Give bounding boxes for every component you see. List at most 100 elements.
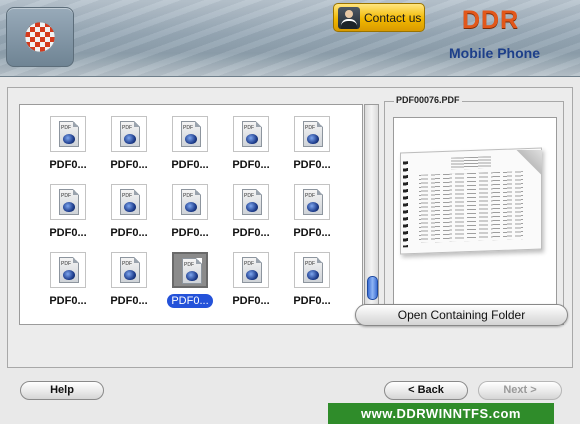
file-thumbnail[interactable]: PDF <box>111 252 147 288</box>
file-item[interactable]: PDF PDF0... <box>282 116 342 178</box>
file-name-label: PDF0... <box>221 295 281 307</box>
file-thumbnail[interactable]: PDF <box>50 184 86 220</box>
file-item[interactable]: PDF PDF0... <box>38 252 98 314</box>
file-thumbnail[interactable]: PDF <box>294 252 330 288</box>
pdf-icon-text: PDF <box>122 193 132 199</box>
open-containing-folder-button[interactable]: Open Containing Folder <box>355 304 568 326</box>
preview-title: PDF00076.PDF <box>394 95 462 105</box>
file-name-label: PDF0... <box>221 159 281 171</box>
file-item[interactable]: PDF PDF0... <box>160 184 220 246</box>
pdf-file-icon: PDF <box>303 189 323 215</box>
recovery-badge-icon <box>307 134 319 144</box>
pdf-file-icon: PDF <box>120 189 140 215</box>
scrollbar-thumb[interactable] <box>367 276 378 300</box>
file-name-label: PDF0... <box>38 295 98 307</box>
next-button[interactable]: Next > <box>478 381 562 400</box>
file-thumbnail[interactable]: PDF <box>233 252 269 288</box>
file-item[interactable]: PDF PDF0... <box>160 252 220 314</box>
pdf-file-icon: PDF <box>303 257 323 283</box>
file-name-text: PDF0... <box>49 295 87 307</box>
file-name-text: PDF0... <box>293 295 331 307</box>
pdf-icon-text: PDF <box>184 262 194 268</box>
checker-ball-logo-icon <box>24 21 56 53</box>
file-item[interactable]: PDF PDF0... <box>99 184 159 246</box>
file-thumbnail[interactable]: PDF <box>111 184 147 220</box>
file-thumbnail[interactable]: PDF <box>172 184 208 220</box>
file-name-label: PDF0... <box>160 227 220 239</box>
file-item[interactable]: PDF PDF0... <box>282 252 342 314</box>
file-item[interactable]: PDF PDF0... <box>38 116 98 178</box>
product-name: Mobile Phone <box>449 45 540 61</box>
recovery-badge-icon <box>246 134 258 144</box>
file-name-label: PDF0... <box>38 227 98 239</box>
file-name-text: PDF0... <box>49 227 87 239</box>
file-name-text: PDF0... <box>110 227 148 239</box>
file-name-text: PDF0... <box>49 159 87 171</box>
brand-name: DDR <box>462 6 520 34</box>
pdf-file-icon: PDF <box>59 189 79 215</box>
contact-us-button[interactable]: Contact us <box>333 3 425 32</box>
file-name-label: PDF0... <box>99 227 159 239</box>
file-thumbnail[interactable]: PDF <box>233 116 269 152</box>
file-thumbnail[interactable]: PDF <box>111 116 147 152</box>
recovery-badge-icon <box>185 134 197 144</box>
file-name-text: PDF0... <box>232 159 270 171</box>
recovery-badge-icon <box>186 271 198 281</box>
file-item[interactable]: PDF PDF0... <box>160 116 220 178</box>
file-name-label: PDF0... <box>282 159 342 171</box>
file-item[interactable]: PDF PDF0... <box>282 184 342 246</box>
file-thumbnail[interactable]: PDF <box>172 252 208 288</box>
file-name-text: PDF0... <box>293 227 331 239</box>
pdf-icon-text: PDF <box>305 193 315 199</box>
recovery-badge-icon <box>124 270 136 280</box>
pdf-icon-text: PDF <box>61 261 71 267</box>
pdf-icon-text: PDF <box>183 125 193 131</box>
file-name-label: PDF0... <box>38 159 98 171</box>
file-thumbnail[interactable]: PDF <box>233 184 269 220</box>
file-name-text: PDF0... <box>171 227 209 239</box>
recovery-badge-icon <box>63 134 75 144</box>
file-item[interactable]: PDF PDF0... <box>221 184 281 246</box>
back-button[interactable]: < Back <box>384 381 468 400</box>
page-curl <box>516 150 542 176</box>
file-thumbnail[interactable]: PDF <box>294 116 330 152</box>
file-name-label: PDF0... <box>99 295 159 307</box>
file-name-text: PDF0... <box>167 294 213 308</box>
pdf-icon-text: PDF <box>305 125 315 131</box>
pdf-icon-text: PDF <box>61 125 71 131</box>
file-item[interactable]: PDF PDF0... <box>221 116 281 178</box>
pdf-file-icon: PDF <box>242 257 262 283</box>
file-item[interactable]: PDF PDF0... <box>99 252 159 314</box>
file-item[interactable]: PDF PDF0... <box>38 184 98 246</box>
help-button[interactable]: Help <box>20 381 104 400</box>
file-name-label: PDF0... <box>99 159 159 171</box>
pdf-icon-text: PDF <box>61 193 71 199</box>
pdf-file-icon: PDF <box>181 189 201 215</box>
contact-us-label: Contact us <box>364 10 422 25</box>
website-url: www.DDRWINNTFS.com <box>328 403 554 424</box>
recovery-badge-icon <box>124 134 136 144</box>
pdf-file-icon: PDF <box>303 121 323 147</box>
recovery-badge-icon <box>63 202 75 212</box>
file-thumbnail[interactable]: PDF <box>294 184 330 220</box>
file-thumbnail[interactable]: PDF <box>172 116 208 152</box>
pdf-icon-text: PDF <box>244 261 254 267</box>
file-name-label: PDF0... <box>160 294 220 308</box>
file-name-label: PDF0... <box>282 295 342 307</box>
file-item[interactable]: PDF PDF0... <box>221 252 281 314</box>
file-thumbnail[interactable]: PDF <box>50 252 86 288</box>
pdf-file-icon: PDF <box>120 121 140 147</box>
file-item[interactable]: PDF PDF0... <box>99 116 159 178</box>
recovery-badge-icon <box>246 202 258 212</box>
file-name-label: PDF0... <box>221 227 281 239</box>
file-thumbnail[interactable]: PDF <box>50 116 86 152</box>
pdf-file-icon: PDF <box>59 257 79 283</box>
pdf-icon-text: PDF <box>244 125 254 131</box>
file-name-text: PDF0... <box>110 159 148 171</box>
pdf-icon-text: PDF <box>244 193 254 199</box>
person-icon <box>338 6 360 29</box>
recovery-badge-icon <box>307 270 319 280</box>
file-name-text: PDF0... <box>293 159 331 171</box>
pdf-icon-text: PDF <box>305 261 315 267</box>
pdf-file-icon: PDF <box>59 121 79 147</box>
